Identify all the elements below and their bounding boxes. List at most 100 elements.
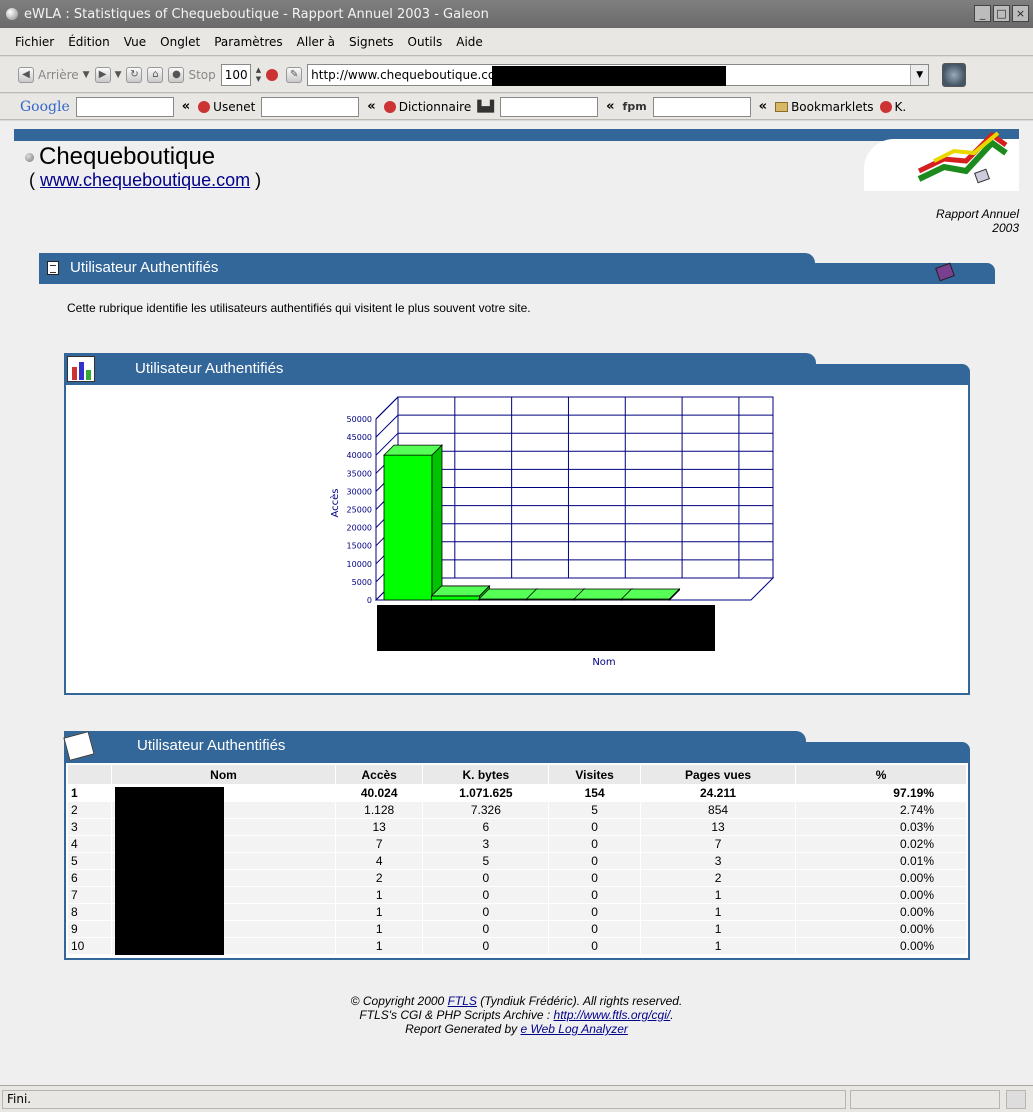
ftls-link[interactable]: FTLS [448, 994, 477, 1008]
y-tick-label: 10000 [347, 560, 372, 569]
site-url-link[interactable]: www.chequeboutique.com [40, 170, 250, 190]
go-icon[interactable] [266, 68, 279, 81]
menu-fichier[interactable]: Fichier [8, 35, 61, 49]
fpm-search-chevron[interactable]: « [759, 99, 767, 114]
usenet-search-chevron[interactable]: « [367, 99, 375, 114]
cell-kbytes: 0 [422, 869, 550, 887]
cell-rank: 7 [67, 886, 112, 904]
url-dropdown-icon[interactable]: ▼ [910, 64, 929, 85]
cell-kbytes: 0 [422, 937, 550, 955]
back-button[interactable]: ◀ Arrière ▼ [18, 66, 90, 83]
chart-icon [67, 356, 95, 382]
minimize-button[interactable]: _ [974, 5, 991, 22]
cell-percent: 0.00% [795, 903, 967, 921]
imdb-search-chevron[interactable]: « [606, 99, 614, 114]
menu-aide[interactable]: Aide [449, 35, 490, 49]
stop-label: Stop [188, 67, 216, 82]
cell-percent: 0.00% [795, 920, 967, 938]
cell-rank: 10 [67, 937, 112, 955]
cell-percent: 0.02% [795, 835, 967, 853]
col-rank [67, 764, 112, 785]
dictionnaire-label: Dictionnaire [383, 100, 471, 114]
maximize-button[interactable]: □ [993, 5, 1010, 22]
cell-pages-vues: 1 [639, 903, 797, 921]
zoom-input[interactable] [220, 63, 251, 86]
table-panel: Nom Accès K. bytes Visites Pages vues % … [64, 763, 970, 960]
col-percent: % [795, 764, 967, 785]
menu-aller-a[interactable]: Aller à [290, 35, 342, 49]
usenet-icon [198, 101, 211, 113]
site-url-line: ( www.chequeboutique.com ) [29, 170, 262, 190]
brush-icon[interactable]: ✎ [286, 66, 303, 83]
chart-side-gridline [375, 414, 399, 438]
imdb-search-input[interactable] [500, 96, 599, 117]
cell-rank: 3 [67, 818, 112, 836]
menu-vue[interactable]: Vue [117, 35, 153, 49]
menu-parametres[interactable]: Paramètres [207, 35, 289, 49]
galeon-app-icon[interactable] [6, 8, 18, 20]
cell-percent: 0.01% [795, 852, 967, 870]
cell-pages-vues: 854 [639, 801, 797, 819]
cell-percent: 2.74% [795, 801, 967, 819]
forward-dropdown-icon[interactable]: ▼ [115, 70, 122, 80]
ftls-cgi-link[interactable]: http://www.ftls.org/cgi/ [554, 1008, 671, 1022]
menu-outils[interactable]: Outils [401, 35, 450, 49]
menu-edition[interactable]: Édition [61, 35, 117, 49]
page-content[interactable]: Chequeboutique ( www.chequeboutique.com … [0, 121, 1033, 1085]
google-search-input[interactable] [75, 96, 174, 117]
progress-area [850, 1090, 1000, 1109]
cell-acces: 7 [334, 835, 424, 853]
y-tick-label: 30000 [347, 487, 372, 496]
back-dropdown-icon[interactable]: ▼ [83, 70, 90, 80]
archive-line: FTLS's CGI & PHP Scripts Archive : http:… [359, 1008, 674, 1022]
cell-rank: 1 [67, 784, 112, 802]
cell-kbytes: 0 [422, 886, 550, 904]
window-title: eWLA : Statistiques of Chequeboutique - … [24, 6, 489, 22]
zoom-stepper[interactable]: ▲ ▼ [256, 66, 261, 84]
home-icon[interactable]: ⌂ [147, 66, 164, 83]
cell-acces: 2 [334, 869, 424, 887]
x-axis-label: Nom [592, 657, 615, 668]
google-search-chevron[interactable]: « [182, 99, 190, 114]
col-kbytes: K. bytes [422, 764, 550, 785]
url-bar[interactable]: ▼ [307, 63, 930, 86]
page-footer: © Copyright 2000 FTLS (Tyndiuk Frédéric)… [0, 994, 1033, 1036]
cell-acces: 1 [334, 920, 424, 938]
menu-signets[interactable]: Signets [342, 35, 401, 49]
usenet-label: Usenet [198, 100, 255, 114]
forward-button[interactable]: ▶ ▼ [94, 66, 122, 83]
bar-1 [383, 454, 433, 601]
site-name: Chequeboutique [39, 143, 216, 170]
cell-pages-vues: 2 [639, 869, 797, 887]
reload-icon[interactable]: ↻ [126, 66, 143, 83]
k-bookmark[interactable]: K. [879, 100, 906, 114]
cell-kbytes: 6 [422, 818, 550, 836]
cell-rank: 4 [67, 835, 112, 853]
cell-percent: 0.00% [795, 937, 967, 955]
cell-acces: 1 [334, 903, 424, 921]
cell-kbytes: 3 [422, 835, 550, 853]
cell-visites: 0 [548, 886, 641, 904]
cell-acces: 1.128 [334, 801, 424, 819]
fpm-logo: fpm [622, 100, 647, 113]
y-tick-label: 5000 [352, 578, 372, 587]
fpm-search-input[interactable] [652, 96, 751, 117]
stop-button[interactable]: ● Stop [168, 66, 216, 83]
close-button[interactable]: × [1012, 5, 1029, 22]
stop-icon: ● [168, 66, 185, 83]
security-icon[interactable] [1006, 1090, 1026, 1109]
site-bullet-icon [25, 153, 34, 162]
usenet-search-input[interactable] [261, 96, 360, 117]
cell-visites: 0 [548, 937, 641, 955]
menu-onglet[interactable]: Onglet [153, 35, 207, 49]
document-icon [47, 261, 59, 275]
cell-pages-vues: 7 [639, 835, 797, 853]
bookmarklets-folder[interactable]: Bookmarklets [775, 100, 874, 114]
ewla-link[interactable]: e Web Log Analyzer [521, 1022, 628, 1036]
cell-kbytes: 0 [422, 903, 550, 921]
chart-title: Utilisateur Authentifiés [135, 360, 284, 377]
y-tick-label: 0 [367, 596, 372, 605]
cell-visites: 0 [548, 903, 641, 921]
y-tick-label: 15000 [347, 542, 372, 551]
section-description: Cette rubrique identifie les utilisateur… [67, 301, 531, 315]
